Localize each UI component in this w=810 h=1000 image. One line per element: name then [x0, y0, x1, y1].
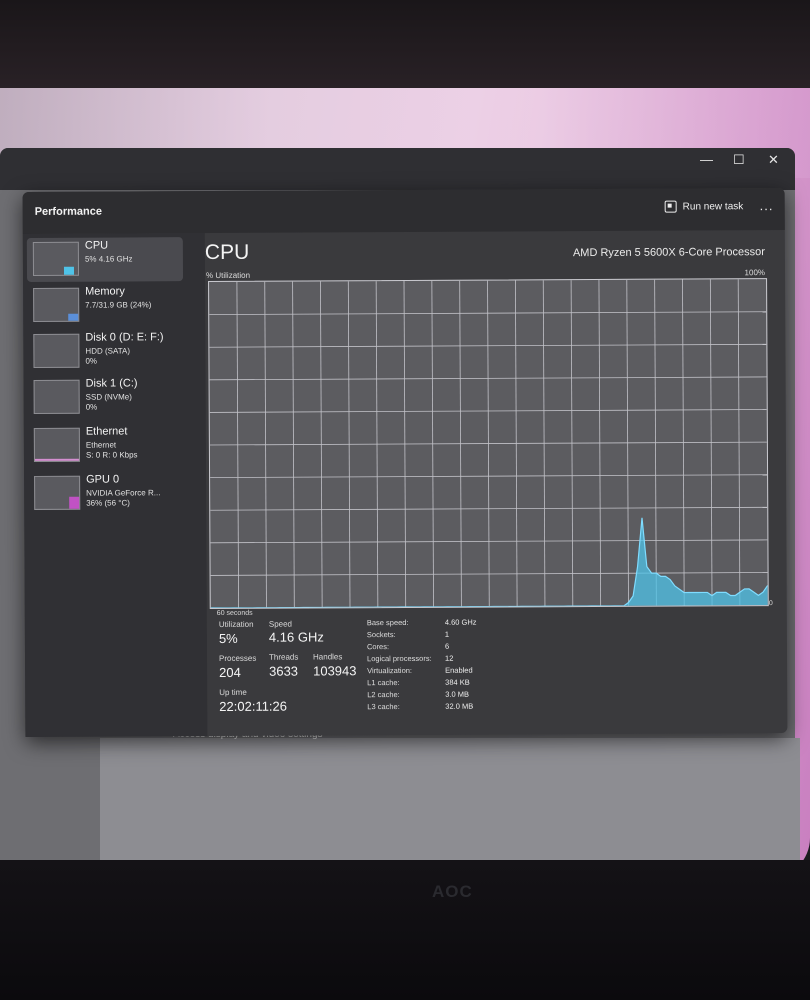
spec-label: L2 cache:: [367, 690, 400, 700]
sidebar-item-detail: SSD (NVMe): [85, 392, 132, 402]
run-task-icon: [664, 200, 677, 213]
processes-value: 204: [219, 664, 241, 680]
maximize-button[interactable]: ☐: [733, 152, 745, 168]
uptime-value: 22:02:11:26: [219, 698, 288, 714]
sidebar-thumbnail-graph: [32, 241, 80, 276]
spec-value: 384 KB: [445, 677, 470, 687]
spec-value: 32.0 MB: [445, 701, 474, 711]
spec-label: Cores:: [366, 642, 390, 652]
sidebar-item-name: Disk 1 (C:): [85, 377, 138, 390]
spec-label: Logical processors:: [367, 653, 432, 664]
spec-value: 12: [445, 653, 454, 663]
spec-value: 6: [444, 641, 450, 651]
cpu-graph-svg: [209, 279, 768, 609]
settings-panel: [100, 738, 800, 860]
spec-label: Virtualization:: [367, 665, 413, 676]
sidebar-item-memory[interactable]: Memory 7.7/31.9 GB (24%): [27, 283, 183, 328]
sidebar-item-detail: 7.7/31.9 GB (24%): [85, 300, 152, 310]
task-manager-window: Performance Run new task ... CPU 5% 4.16 …: [22, 188, 788, 737]
threads-value: 3633: [269, 663, 299, 679]
spec-label: L1 cache:: [367, 678, 400, 688]
sidebar-thumbnail-graph: [33, 427, 80, 462]
handles-label: Handles: [312, 652, 343, 662]
spec-value: Enabled: [445, 665, 473, 675]
run-new-task-label: Run new task: [682, 200, 744, 213]
speed-value: 4.16 GHz: [268, 629, 324, 645]
sidebar-thumbnail-graph: [34, 475, 81, 510]
spec-label: Sockets:: [366, 630, 396, 640]
sidebar-item-disk-1[interactable]: Disk 1 (C:) SSD (NVMe) 0%: [28, 375, 184, 420]
performance-sidebar: CPU 5% 4.16 GHz Memory 7.7/31.9 GB (24%) Dis…: [22, 233, 208, 737]
cpu-model-name: AMD Ryzen 5 5600X 6-Core Processor: [572, 246, 765, 260]
spec-value: 3.0 MB: [445, 689, 470, 699]
graph-time-span-label: 60 seconds: [216, 609, 253, 617]
sidebar-thumbnail-graph: [33, 379, 80, 414]
sidebar-item-detail: Ethernet: [85, 440, 117, 450]
sidebar-item-value: 0%: [85, 402, 98, 412]
cpu-detail-panel: CPU AMD Ryzen 5 5600X 6-Core Processor %…: [205, 230, 788, 736]
spec-label: Base speed:: [366, 617, 409, 628]
background-window-titlebar: [0, 148, 795, 190]
sidebar-item-name: Disk 0 (D: E: F:): [85, 331, 164, 344]
close-button[interactable]: ✕: [768, 152, 779, 168]
spec-value: 4.60 GHz: [444, 617, 477, 627]
more-options-icon[interactable]: ...: [760, 198, 774, 213]
cpu-utilization-graph: [208, 278, 769, 610]
sidebar-item-name: Memory: [85, 285, 125, 298]
monitor-bezel-bottom: [0, 860, 810, 1000]
task-manager-header: Performance Run new task ...: [22, 188, 785, 234]
utilization-max-label: 100%: [744, 268, 766, 278]
cpu-heading: CPU: [204, 240, 250, 265]
sidebar-item-name: GPU 0: [86, 473, 120, 486]
sidebar-item-detail: HDD (SATA): [85, 346, 131, 356]
sidebar-item-value: 0%: [85, 356, 98, 366]
monitor-brand-logo: AOC: [432, 882, 473, 901]
sidebar-item-gpu-0[interactable]: GPU 0 NVIDIA GeForce R... 36% (56 °C): [28, 471, 184, 516]
sidebar-item-cpu[interactable]: CPU 5% 4.16 GHz: [26, 237, 184, 282]
monitor-bezel-top: [0, 0, 810, 95]
page-title: Performance: [34, 205, 102, 218]
sidebar-thumbnail-graph: [33, 287, 80, 322]
speed-label: Speed: [268, 619, 293, 629]
sidebar-thumbnail-graph: [33, 333, 80, 368]
sidebar-item-detail: NVIDIA GeForce R...: [86, 488, 161, 498]
run-new-task-button[interactable]: Run new task: [664, 200, 744, 213]
sidebar-item-ethernet[interactable]: Ethernet Ethernet S: 0 R: 0 Kbps: [28, 423, 184, 468]
graph-time-zero-label: 0: [768, 600, 773, 608]
processes-label: Processes: [219, 653, 257, 663]
sidebar-item-disk-0[interactable]: Disk 0 (D: E: F:) HDD (SATA) 0%: [27, 329, 183, 374]
uptime-label: Up time: [219, 687, 247, 697]
handles-value: 103943: [313, 663, 357, 679]
sidebar-item-name: CPU: [84, 239, 109, 252]
threads-label: Threads: [268, 652, 299, 662]
sidebar-item-name: Ethernet: [85, 425, 128, 438]
utilization-value: 5%: [218, 630, 238, 646]
utilization-label: Utilization: [218, 619, 254, 629]
sidebar-item-value: S: 0 R: 0 Kbps: [85, 450, 138, 460]
spec-value: 1: [444, 629, 450, 639]
minimize-button[interactable]: —: [700, 152, 713, 167]
sidebar-item-detail: 5% 4.16 GHz: [84, 254, 133, 264]
sidebar-item-value: 36% (56 °C): [86, 498, 130, 508]
spec-label: L3 cache:: [367, 702, 400, 712]
utilization-axis-label: % Utilization: [205, 270, 251, 281]
